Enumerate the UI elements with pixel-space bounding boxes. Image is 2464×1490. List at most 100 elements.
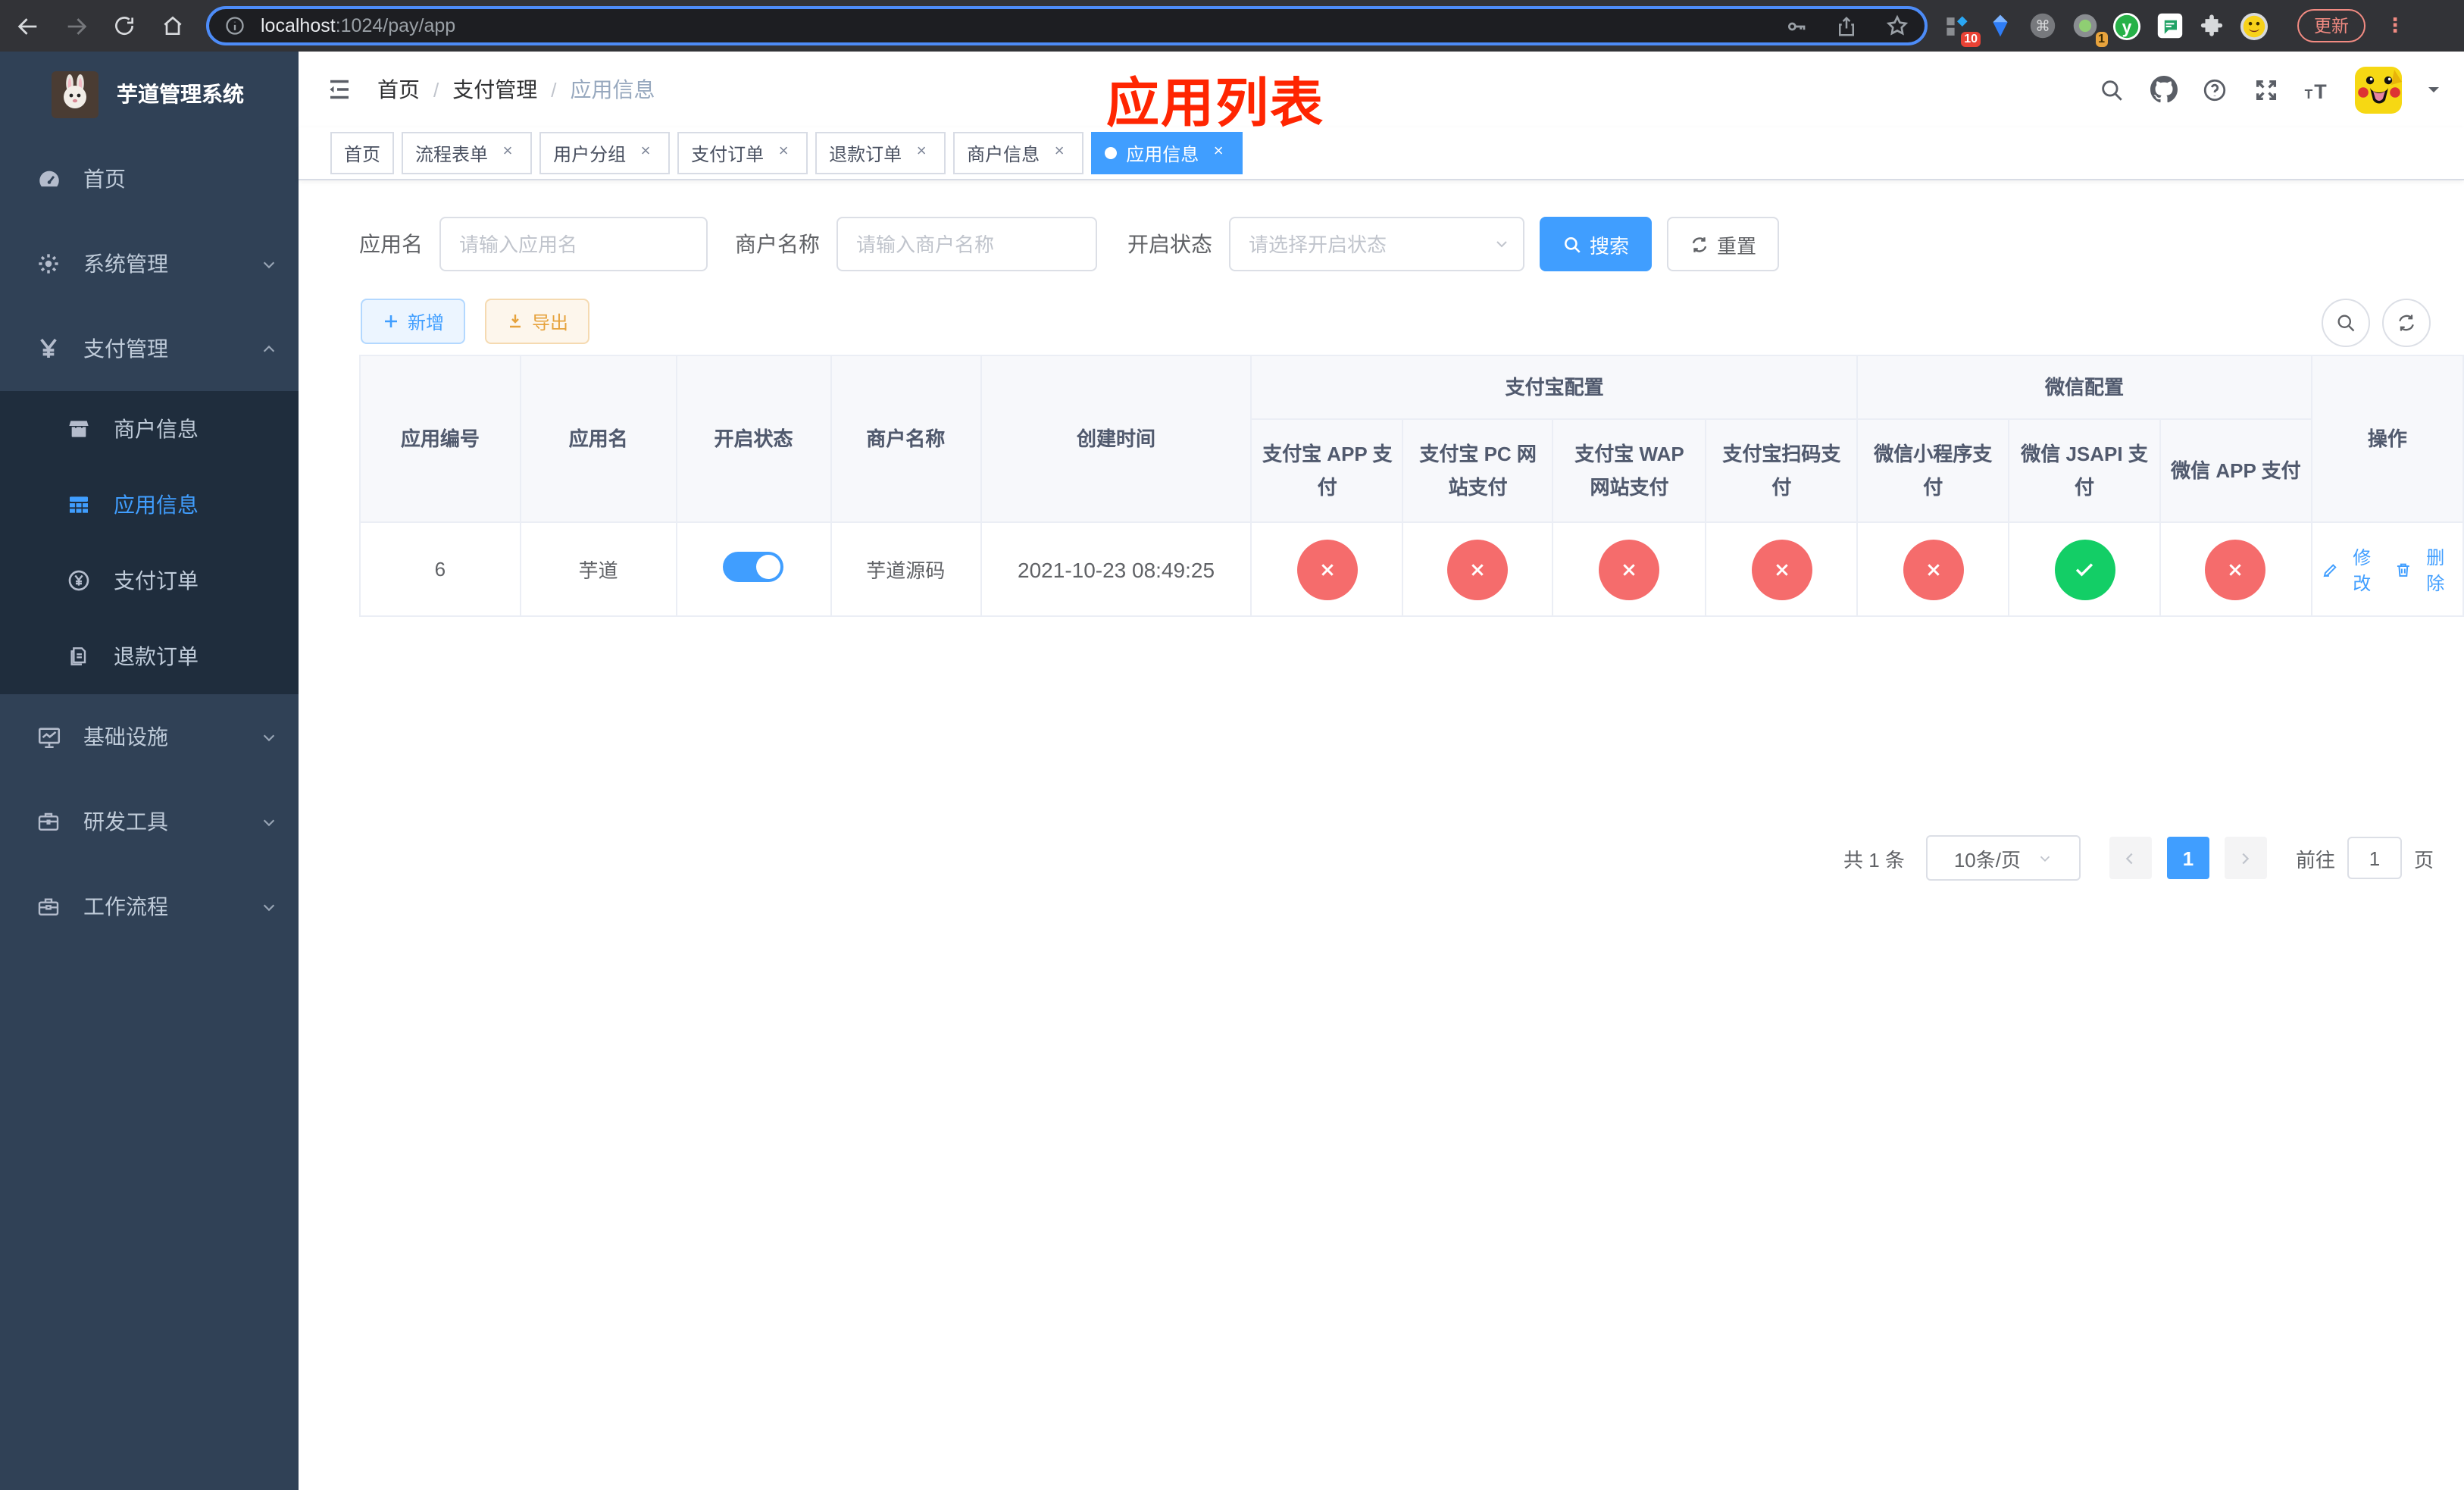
header-search-icon[interactable] (2097, 75, 2126, 104)
channel-col-header: 微信 JSAPI 支付 (2008, 418, 2161, 523)
add-button[interactable]: 新增 (361, 299, 466, 344)
goto-page-input[interactable] (2347, 837, 2402, 879)
app-name-input[interactable] (439, 217, 708, 271)
sidebar-item-label: 支付管理 (83, 337, 168, 361)
col-header: 商户名称 (830, 355, 982, 523)
close-icon[interactable]: × (773, 142, 794, 164)
user-avatar[interactable] (2355, 66, 2402, 113)
tab-退款订单[interactable]: 退款订单 × (815, 132, 946, 174)
sidebar-item-label: 商户信息 (114, 417, 199, 441)
close-icon[interactable]: × (1049, 142, 1070, 164)
refresh-icon[interactable] (2382, 299, 2431, 347)
cell-channel-6 (2159, 521, 2312, 617)
tab-用户分组[interactable]: 用户分组 × (539, 132, 671, 174)
search-button[interactable]: 搜索 (1540, 217, 1653, 271)
tab-应用信息[interactable]: 应用信息 × (1091, 132, 1243, 174)
sidebar-item-系统管理[interactable]: 系统管理 (0, 221, 299, 306)
chevron-down-icon (261, 898, 277, 915)
svg-text:T: T (2305, 86, 2313, 101)
fullscreen-icon[interactable] (2252, 75, 2281, 104)
delete-link[interactable]: 删除 (2395, 543, 2453, 595)
browser-update-button[interactable]: 更新 (2297, 9, 2366, 42)
merchant-name-input[interactable] (836, 217, 1097, 271)
ext-command-icon[interactable]: ⌘ (2028, 11, 2056, 40)
cell-channel-0 (1250, 521, 1404, 617)
total-count: 共 1 条 (1843, 848, 1905, 871)
sidebar-item-退款订单[interactable]: 退款订单 (0, 618, 299, 694)
tab-商户信息[interactable]: 商户信息 × (953, 132, 1084, 174)
close-icon[interactable]: × (635, 142, 656, 164)
filter-form: 应用名 商户名称 开启状态 搜索 重置 (359, 217, 1780, 271)
ext-green-dot-icon[interactable]: 1 (2070, 11, 2108, 46)
user-caret-icon[interactable] (2425, 80, 2443, 99)
github-icon[interactable] (2149, 75, 2178, 104)
browser-menu-icon[interactable]: ⋮ (2385, 14, 2405, 38)
sidebar-item-支付管理[interactable]: 支付管理 (0, 306, 299, 391)
tab-流程表单[interactable]: 流程表单 × (402, 132, 533, 174)
export-button[interactable]: 导出 (485, 299, 590, 344)
share-icon[interactable] (1835, 14, 1858, 37)
tab-首页[interactable]: 首页 (330, 132, 395, 174)
top-navbar: 首页 / 支付管理 / 应用信息 应用列表 TT (299, 52, 2464, 133)
edit-link[interactable]: 修改 (2322, 543, 2380, 595)
tab-label: 应用信息 (1126, 143, 1199, 164)
url-bar[interactable]: localhost:1024/pay/app (206, 6, 1928, 45)
viewport: localhost:1024/pay/app 10 ⌘ 1 y 更新 ⋮ 芋道… (0, 0, 2464, 1490)
col-header: 应用名 (519, 355, 677, 523)
ext-puzzle-icon[interactable] (2197, 11, 2226, 40)
page-suffix: 页 (2413, 848, 2434, 871)
close-icon[interactable]: × (1208, 142, 1229, 164)
sidebar-toggle-icon[interactable] (326, 76, 353, 103)
breadcrumb-item-首页[interactable]: 首页 (377, 74, 420, 105)
bookmark-star-icon[interactable] (1885, 14, 1909, 38)
browser-forward-icon[interactable] (55, 5, 97, 47)
sidebar-item-首页[interactable]: 首页 (0, 136, 299, 221)
page-number-1[interactable]: 1 (2166, 837, 2209, 879)
password-key-icon[interactable] (1785, 14, 1808, 37)
breadcrumb: 首页 / 支付管理 / 应用信息 (377, 74, 655, 105)
next-page-button[interactable] (2224, 837, 2267, 879)
table-row: 6 芋道 芋道源码 2021-10-23 08:49:25 修改 删除 (359, 521, 2464, 617)
main-area: 首页 / 支付管理 / 应用信息 应用列表 TT 首页 流程表单 × 用户分组 … (299, 52, 2464, 1490)
close-icon[interactable]: × (911, 142, 932, 164)
profile-emoji-icon[interactable] (2240, 11, 2269, 40)
goto-label: 前往 (2295, 848, 2335, 871)
show-search-icon[interactable] (2322, 299, 2370, 347)
submenu-支付管理: 商户信息应用信息 支付订单 退款订单 (0, 391, 299, 694)
page-size-select[interactable]: 10条/页 (1925, 835, 2081, 881)
sidebar-item-基础设施[interactable]: 基础设施 (0, 694, 299, 779)
font-size-icon[interactable]: TT (2303, 75, 2332, 104)
browser-back-icon[interactable] (6, 5, 48, 47)
sidebar-item-商户信息[interactable]: 商户信息 (0, 391, 299, 467)
cell-status (675, 521, 832, 617)
chevron-down-icon (261, 813, 277, 830)
status-select[interactable] (1229, 217, 1524, 271)
site-info-icon[interactable] (224, 15, 245, 36)
tab-支付订单[interactable]: 支付订单 × (677, 132, 808, 174)
ext-y-icon[interactable]: y (2112, 11, 2141, 40)
cross-circle-icon (1599, 539, 1660, 599)
cross-circle-icon (1296, 539, 1358, 599)
chevron-up-icon (261, 340, 277, 357)
ext-chat-icon[interactable] (2155, 11, 2184, 40)
app-table-wrap: 应用编号 应用名 开启状态 商户名称 创建时间 支付宝配置 微信配置 操作 支付宝 APP 支付… (359, 355, 2464, 617)
app-logo-row[interactable]: 芋道管理系统 (0, 52, 299, 136)
breadcrumb-item-支付管理[interactable]: 支付管理 (452, 74, 537, 105)
status-select-input[interactable] (1229, 217, 1524, 271)
close-icon[interactable]: × (497, 142, 518, 164)
cross-circle-icon (1751, 539, 1812, 599)
browser-reload-icon[interactable] (103, 5, 145, 47)
prev-page-button[interactable] (2109, 837, 2152, 879)
browser-home-icon[interactable] (152, 5, 194, 47)
ext-blocks-icon[interactable]: 10 (1943, 11, 1981, 46)
sidebar-item-应用信息[interactable]: 应用信息 (0, 467, 299, 543)
reset-button[interactable]: 重置 (1667, 217, 1780, 271)
sidebar-item-工作流程[interactable]: 工作流程 (0, 864, 299, 949)
sidebar-item-研发工具[interactable]: 研发工具 (0, 779, 299, 864)
sidebar-item-支付订单[interactable]: 支付订单 (0, 543, 299, 618)
status-switch[interactable] (723, 552, 784, 582)
status-label: 开启状态 (1127, 232, 1212, 256)
help-icon[interactable] (2200, 75, 2229, 104)
ext-gem-icon[interactable] (1985, 11, 2014, 40)
dashboard-icon (35, 165, 62, 193)
